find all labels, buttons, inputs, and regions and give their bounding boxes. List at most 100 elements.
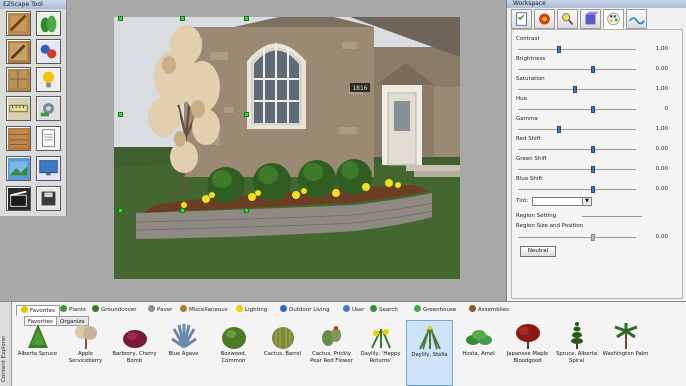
category-tab[interactable]: Assemblies	[469, 305, 509, 316]
selection-handle[interactable]	[180, 16, 185, 21]
house-photo[interactable]: 1816	[114, 17, 460, 279]
adjust-slider[interactable]	[518, 186, 636, 193]
adjust-slider-thumb[interactable]	[556, 46, 561, 53]
cube-icon[interactable]	[580, 9, 601, 29]
adjust-label: Blue Shift	[516, 176, 543, 182]
plant-name: Cactus, Prickly Pear Red Flower	[310, 351, 353, 364]
workspace-title: Workspace	[507, 0, 686, 8]
plant-name: Barberry, Cherry Bomb	[112, 351, 157, 364]
wood-texture-icon[interactable]	[6, 126, 31, 151]
adjust-slider-thumb[interactable]	[591, 106, 596, 113]
design-canvas[interactable]: 1816	[67, 0, 505, 301]
region-setting-slider[interactable]	[582, 216, 642, 217]
adjust-slider[interactable]	[518, 126, 636, 133]
plant-name: Washington Palm	[602, 351, 649, 357]
magnify-plant-icon[interactable]	[557, 9, 578, 29]
lightbulb-icon[interactable]	[36, 67, 61, 92]
adjust-value: 1.00	[655, 126, 668, 132]
flower-badge-icon[interactable]	[534, 9, 555, 29]
paint-roller-icon[interactable]	[6, 11, 31, 36]
selection-handle[interactable]	[118, 112, 123, 117]
plant-item[interactable]: Barberry, Cherry Bomb	[111, 320, 158, 386]
category-tab-label: Groundcover	[101, 307, 137, 313]
region-size-slider[interactable]	[518, 234, 636, 241]
adjust-slider[interactable]	[518, 106, 636, 113]
category-icon	[469, 305, 476, 312]
category-tab[interactable]: User	[343, 305, 365, 316]
plant-thumbnail	[271, 327, 294, 349]
neutral-button[interactable]: Neutral	[520, 246, 556, 257]
brush-icon[interactable]	[6, 39, 31, 64]
category-tab-label: Plants	[69, 307, 86, 313]
adjust-label: Red Shift	[516, 136, 541, 142]
plant-thumbnail	[170, 324, 197, 349]
category-tab[interactable]: Paver	[148, 305, 172, 316]
adjust-slider[interactable]	[518, 86, 636, 93]
category-tab[interactable]: Outdoor Living	[280, 305, 330, 316]
save-disk-icon[interactable]	[36, 186, 61, 211]
adjust-slider[interactable]	[518, 146, 636, 153]
plant-item[interactable]: Blue Agave	[160, 320, 207, 386]
adjust-value: 0.00	[655, 66, 668, 72]
color-swap-icon[interactable]	[36, 39, 61, 64]
category-tab[interactable]: Greenhouse	[414, 305, 456, 316]
category-tab[interactable]: Search	[370, 305, 398, 316]
plant-cluster-icon[interactable]	[36, 11, 61, 36]
plant-item[interactable]: Alberta Spruce	[14, 320, 61, 386]
plant-name: Japanese Maple Bloodgood	[506, 351, 549, 364]
adjust-slider-thumb[interactable]	[591, 186, 596, 193]
plant-thumbnail	[613, 323, 638, 349]
adjust-slider-thumb[interactable]	[556, 126, 561, 133]
region-size-thumb[interactable]	[591, 234, 596, 241]
content-explorer-sidebar[interactable]: Content Explorer	[0, 302, 12, 386]
category-tab[interactable]: Favorites	[16, 305, 60, 316]
tint-label: Tint:	[516, 198, 529, 204]
plant-item[interactable]: Spruce, Alberta Spiral	[553, 320, 600, 386]
plant-item[interactable]: Apple Serviceberry	[62, 320, 109, 386]
category-tab[interactable]: Lighting	[236, 305, 267, 316]
adjust-slider-thumb[interactable]	[591, 166, 596, 173]
plant-item[interactable]: Washington Palm	[602, 320, 649, 386]
adjust-slider[interactable]	[518, 166, 636, 173]
color-adjust-panel: Contrast 1.00 Brightness 0.00 Saturation 1…	[511, 29, 683, 299]
wave-icon[interactable]	[626, 9, 647, 29]
category-tab[interactable]: Miscellaneous	[180, 305, 228, 316]
selection-handle[interactable]	[118, 16, 123, 21]
plant-item[interactable]: Daylily, 'Happy Returns'	[357, 320, 404, 386]
plant-item[interactable]: Japanese Maple Bloodgood	[504, 320, 551, 386]
monitor-icon[interactable]	[36, 156, 61, 181]
adjust-value: 1.00	[655, 86, 668, 92]
plant-item[interactable]: Daylily, Stella	[406, 320, 453, 386]
plant-name: Hosta, Amel	[462, 351, 495, 357]
selection-handle[interactable]	[244, 208, 249, 213]
adjust-slider[interactable]	[518, 46, 636, 53]
toolbox-panel: EZScape Tool	[0, 0, 67, 216]
plant-item[interactable]: Boxwood, Common	[210, 320, 257, 386]
paver-path-icon[interactable]	[6, 67, 31, 92]
adjust-slider-thumb[interactable]	[591, 66, 596, 73]
selection-handle[interactable]	[180, 208, 185, 213]
selection-handle[interactable]	[244, 16, 249, 21]
adjust-slider[interactable]	[518, 66, 636, 73]
category-tab[interactable]: Groundcover	[92, 305, 137, 316]
chevron-down-icon[interactable]: ▼	[582, 198, 591, 205]
clapperboard-icon[interactable]	[6, 186, 31, 211]
region-size-label: Region Size and Position	[516, 223, 584, 229]
plant-item[interactable]: Cactus, Barrel	[259, 320, 306, 386]
tint-color-select[interactable]: ▼	[532, 197, 592, 206]
selection-handle[interactable]	[118, 208, 123, 213]
plant-item[interactable]: Cactus, Prickly Pear Red Flower	[308, 320, 355, 386]
image-crop-icon[interactable]	[6, 156, 31, 181]
document-icon[interactable]	[36, 126, 61, 151]
selection-handle[interactable]	[244, 112, 249, 117]
adjust-slider-thumb[interactable]	[573, 86, 578, 93]
measure-tool-icon[interactable]	[6, 96, 31, 121]
color-palette-icon[interactable]	[603, 9, 624, 29]
gear-tools-icon[interactable]	[36, 96, 61, 121]
plant-item[interactable]: Hosta, Amel	[455, 320, 502, 386]
category-tab-label: Greenhouse	[423, 307, 457, 313]
checklist-icon[interactable]	[511, 9, 532, 29]
region-setting-label: Region Setting	[516, 213, 557, 219]
adjust-slider-thumb[interactable]	[591, 146, 596, 153]
category-tab[interactable]: Plants	[60, 305, 86, 316]
